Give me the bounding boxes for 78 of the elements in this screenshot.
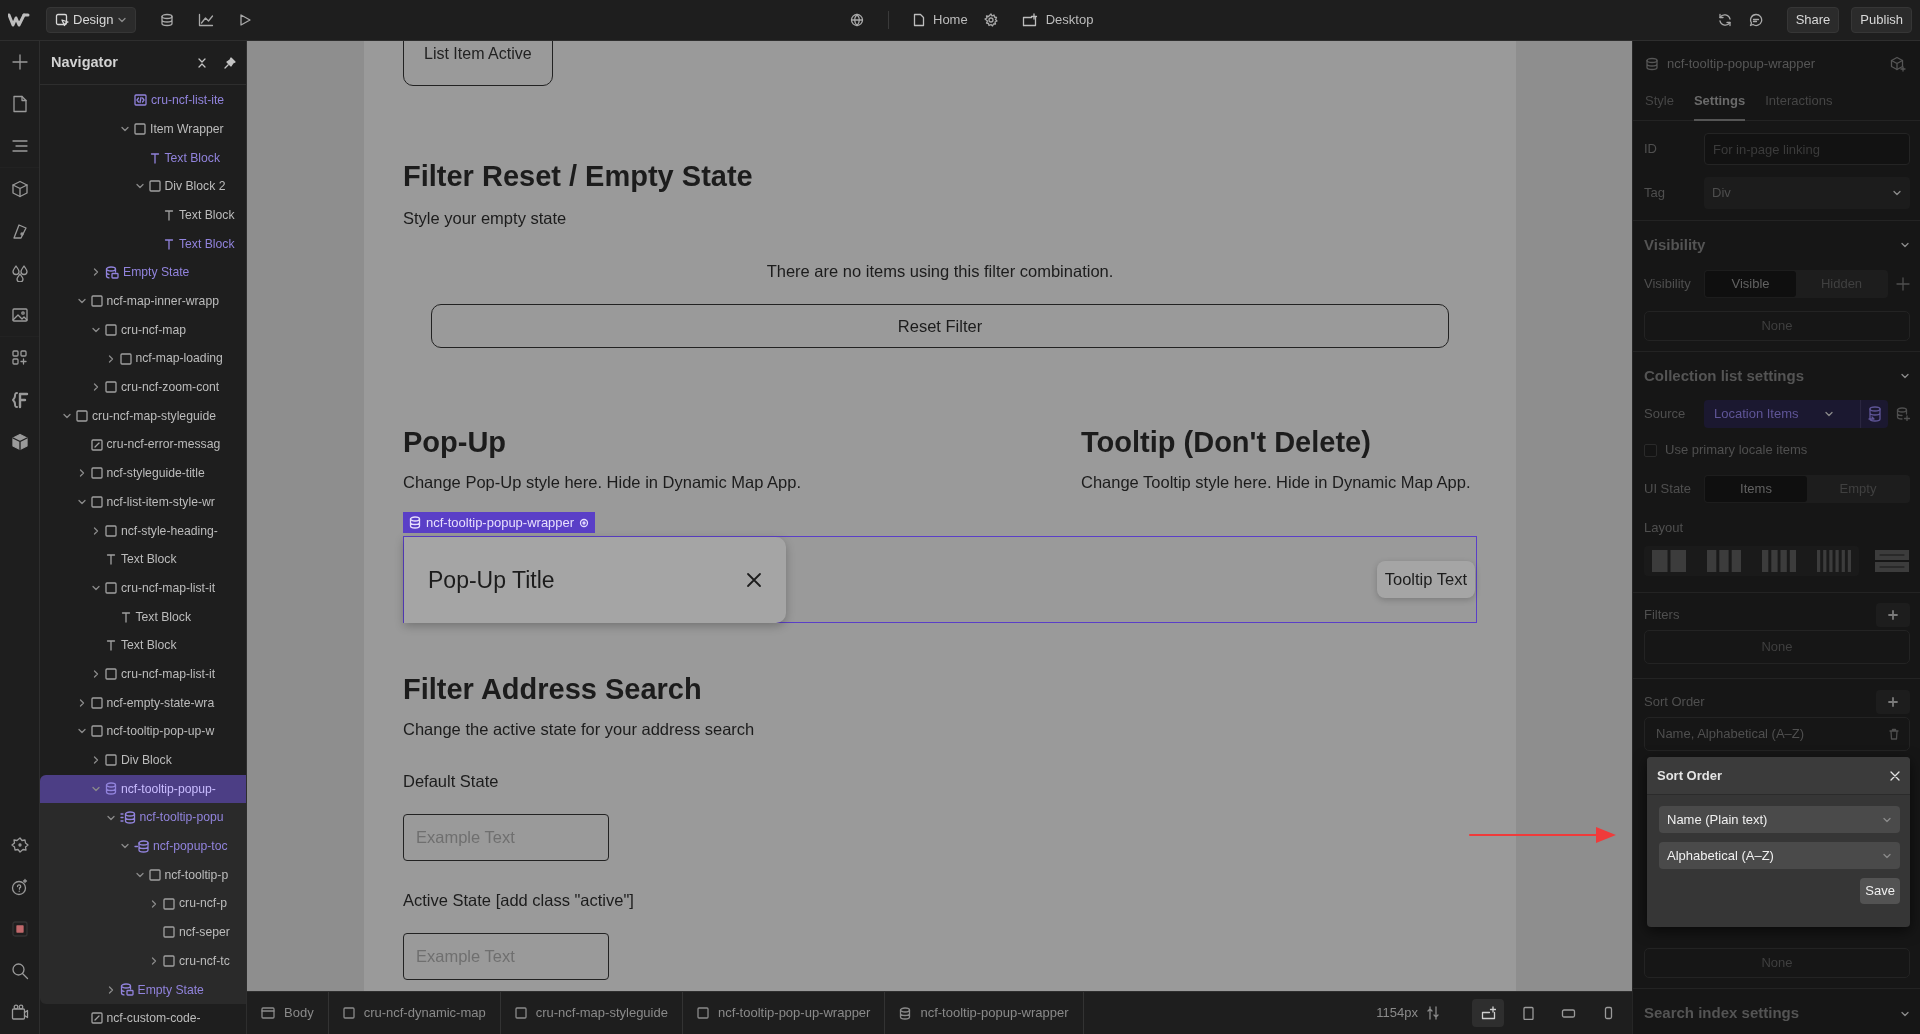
page-selector[interactable]: Home: [913, 10, 968, 30]
breakpoint-selector[interactable]: Desktop: [1021, 10, 1094, 30]
popup-title: Pop-Up Title: [428, 565, 555, 595]
navigator-item[interactable]: Text Block: [40, 545, 246, 574]
field-label: Source: [1644, 405, 1687, 424]
empty-state-message: There are no items using this filter combination.: [765, 261, 1115, 281]
navigator-item[interactable]: ncf-tooltip-popup-: [40, 774, 246, 804]
breadcrumb-item[interactable]: cru-ncf-dynamic-map: [342, 991, 501, 1034]
design-mode-button[interactable]: Design: [46, 7, 137, 33]
list-item-button[interactable]: List Item Active: [403, 41, 553, 86]
navigator-item[interactable]: Empty State: [40, 975, 246, 1004]
section-title: Visibility: [1644, 234, 1706, 255]
section-heading: Pop-Up: [403, 425, 508, 460]
navigator-item[interactable]: ncf-empty-state-wra: [40, 688, 246, 718]
field-label: Tag: [1644, 184, 1666, 203]
save-button[interactable]: Save: [1860, 878, 1900, 904]
field-label: Sort Order: [1644, 692, 1705, 711]
field-label: Active State [add class "active"]: [403, 889, 635, 910]
navigator-item[interactable]: Text Block: [40, 200, 246, 230]
section-title: Search index settings: [1644, 1003, 1800, 1024]
breadcrumb-item[interactable]: ncf-tooltip-pop-up-wrapper: [696, 991, 886, 1034]
section-heading: Filter Reset / Empty State: [403, 159, 754, 194]
navigator-item[interactable]: Div Block 2: [40, 172, 246, 201]
navigator-item[interactable]: Text Block: [40, 602, 246, 632]
navigator-item[interactable]: Text Block: [40, 631, 246, 660]
navigator-item[interactable]: cru-ncf-map-list-it: [40, 659, 246, 689]
element-label: ncf-tooltip-popup-wrapper: [426, 513, 575, 532]
navigator-item[interactable]: cru-ncf-tc: [40, 946, 246, 976]
tooltip: Tooltip Text: [1376, 560, 1475, 598]
navigator-item[interactable]: Text Block: [40, 143, 246, 173]
publish-button[interactable]: Publish: [1851, 7, 1912, 33]
navigator-item[interactable]: ncf-custom-code-: [40, 1004, 246, 1033]
navigator-item[interactable]: cru-ncf-error-messag: [40, 430, 246, 459]
field-label: UI State: [1644, 480, 1692, 499]
sort-direction-select[interactable]: Alphabetical (A–Z): [1659, 842, 1900, 869]
field-label: Visibility: [1644, 275, 1692, 294]
section-heading: Tooltip (Don't Delete): [1081, 425, 1372, 460]
navigator-item[interactable]: ncf-tooltip-pop-up-w: [40, 717, 246, 746]
navigator-item[interactable]: cru-ncf-zoom-cont: [40, 372, 246, 402]
navigator-item[interactable]: ncf-tooltip-p: [40, 860, 246, 890]
navigator-item[interactable]: ncf-style-heading-: [40, 516, 246, 545]
field-label: Default State: [403, 770, 500, 791]
field-label: Filters: [1644, 605, 1680, 624]
navigator-item[interactable]: cru-ncf-map-list-it: [40, 573, 246, 603]
sort-field-select[interactable]: Name (Plain text): [1659, 806, 1900, 833]
navigator-item[interactable]: cru-ncf-p: [40, 889, 246, 918]
navigator-item[interactable]: cru-ncf-map: [40, 315, 246, 345]
breadcrumb-item[interactable]: Body: [261, 991, 329, 1034]
navigator-item[interactable]: ncf-styleguide-title: [40, 458, 246, 488]
section-description: Style your empty state: [403, 208, 568, 228]
navigator-item[interactable]: ncf-map-loading: [40, 344, 246, 373]
popover-title: Sort Order: [1657, 766, 1722, 785]
section-description: Change Tooltip style here. Hide in Dynamic Map App.: [1081, 472, 1471, 492]
panel-title: Navigator: [50, 52, 119, 72]
section-description: Change Pop-Up style here. Hide in Dynamic Map App.: [403, 472, 803, 492]
navigator-item[interactable]: ncf-popup-toc: [40, 831, 246, 861]
navigator-item[interactable]: ncf-tooltip-popu: [40, 803, 246, 832]
navigator-item[interactable]: ncf-map-inner-wrapp: [40, 286, 246, 316]
navigator-item[interactable]: Text Block: [40, 229, 246, 259]
field-label: Layout: [1644, 519, 1685, 537]
navigator-item[interactable]: Div Block: [40, 745, 246, 775]
navigator-item[interactable]: cru-ncf-list-ite: [40, 86, 246, 115]
canvas-width: 1154px: [1376, 1004, 1418, 1023]
section-description: Change the active state for your address search: [403, 718, 756, 739]
reset-filter-button[interactable]: Reset Filter: [431, 304, 1449, 348]
navigator-item[interactable]: cru-ncf-map-styleguide: [40, 401, 246, 431]
field-label: ID: [1644, 140, 1658, 159]
share-button[interactable]: Share: [1786, 7, 1840, 33]
navigator-item[interactable]: ncf-seper: [40, 917, 246, 947]
navigator-item[interactable]: ncf-list-item-style-wr: [40, 487, 246, 517]
checkbox-label: Use primary locale items: [1665, 441, 1808, 460]
navigator-item[interactable]: Item Wrapper: [40, 114, 246, 144]
breadcrumb-item[interactable]: ncf-tooltip-popup-wrapper: [899, 991, 1084, 1034]
section-title: Collection list settings: [1644, 365, 1805, 386]
navigator-item[interactable]: Empty State: [40, 258, 246, 287]
breadcrumb-item[interactable]: cru-ncf-map-styleguide: [514, 991, 683, 1034]
selected-element-name: ncf-tooltip-popup-wrapper: [1667, 55, 1817, 74]
section-heading: Filter Address Search: [403, 671, 703, 707]
